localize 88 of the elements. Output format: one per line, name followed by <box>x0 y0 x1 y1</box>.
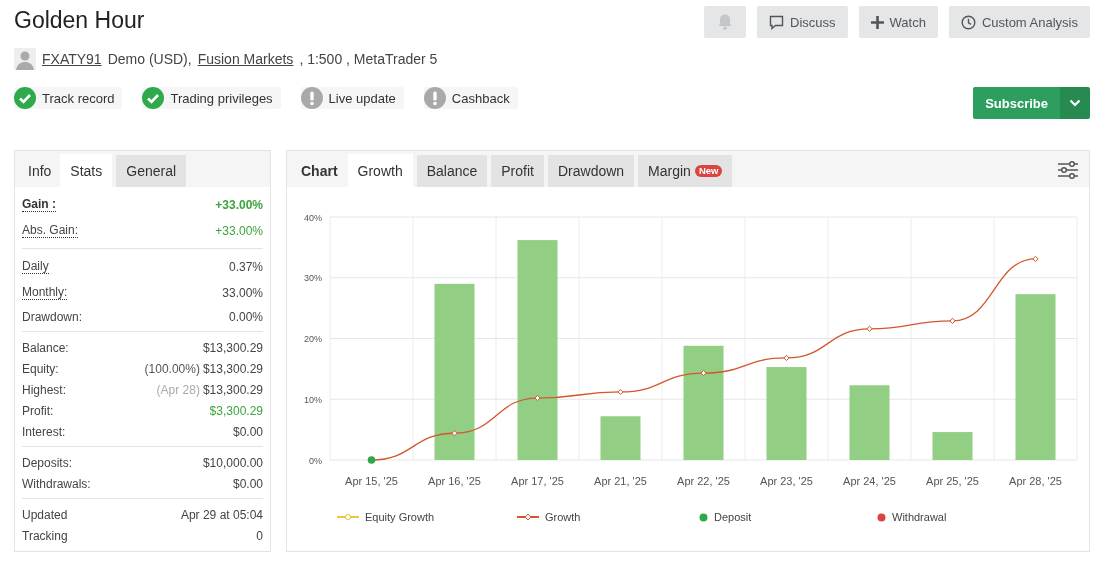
axis-label: Apr 21, '25 <box>594 475 647 487</box>
axis-label: 10% <box>304 394 322 405</box>
account-details: , 1:500 , MetaTrader 5 <box>299 51 438 67</box>
action-button[interactable]: Custom Analysis <box>948 6 1090 38</box>
stat-label: Daily <box>22 260 49 274</box>
axis-label: 20% <box>304 334 322 344</box>
page-title: Golden Hour <box>14 6 145 34</box>
settings-button[interactable] <box>1057 160 1079 180</box>
stat-value: +33.00% <box>215 224 263 238</box>
axis-label: Apr 28, '25 <box>1009 475 1062 487</box>
tab[interactable]: Profit <box>491 155 544 187</box>
action-button[interactable]: Watch <box>858 6 938 38</box>
point <box>534 394 541 402</box>
point <box>617 388 624 396</box>
tab[interactable]: General <box>116 155 187 187</box>
stat-label: Equity: <box>22 361 59 376</box>
point <box>1032 255 1039 263</box>
chevron-icon <box>1069 99 1081 107</box>
badge-label: Track record <box>42 90 115 106</box>
tab[interactable]: Balance <box>416 155 488 187</box>
axis-label: 0% <box>309 455 322 466</box>
point <box>451 430 458 437</box>
plus-icon <box>870 15 884 29</box>
stat-label: Withdrawals: <box>22 476 91 491</box>
stat-label: Gain : <box>22 198 56 212</box>
stat-label: Abs. Gain: <box>22 224 79 238</box>
tab[interactable]: Stats <box>60 154 113 187</box>
legend-label: Deposit <box>714 511 752 523</box>
axis-label: 40% <box>304 212 322 223</box>
badge-label: Cashback <box>451 90 510 106</box>
bar <box>600 416 641 460</box>
stat-label: Interest: <box>22 424 66 439</box>
stat-label: Balance: <box>22 340 69 355</box>
user-link[interactable]: FXATY91 <box>42 51 102 67</box>
stat-value: $13,300.29 <box>202 382 263 397</box>
point <box>866 325 873 332</box>
axis-label: Apr 23, '25 <box>760 475 813 487</box>
avatar-icon <box>14 48 36 70</box>
legend-label: Growth <box>545 511 581 523</box>
legend-label: Equity Growth <box>365 511 435 523</box>
legend-label: Withdrawal <box>892 511 947 523</box>
axis-label: Apr 24, '25 <box>843 475 896 487</box>
stat-value: Apr 29 at 05:04 <box>180 507 263 522</box>
point <box>949 317 956 324</box>
new-badge: New <box>694 165 723 177</box>
stat-note: (100.00%) <box>144 361 200 376</box>
stat-value: $3,300.29 <box>209 403 263 418</box>
stat-value: 0 <box>256 528 263 543</box>
panel-label: Chart <box>300 162 339 181</box>
axis-label: Apr 17, '25 <box>511 475 564 487</box>
stat-label: Monthly: <box>22 286 68 300</box>
stat-label: Updated <box>22 507 68 522</box>
tab[interactable]: Drawdown <box>547 155 635 187</box>
stat-note: (Apr 28) <box>156 382 200 397</box>
stat-value: $13,300.29 <box>202 340 263 355</box>
axis-label: Apr 15, '25 <box>345 475 398 487</box>
stat-label: Profit: <box>22 403 54 418</box>
stat-value: +33.00% <box>215 198 263 212</box>
speech-bubble-icon <box>769 14 785 30</box>
point <box>700 370 707 377</box>
badge-label: Live update <box>328 90 396 106</box>
stat-value: $10,000.00 <box>202 455 263 470</box>
deposit-point <box>367 456 376 464</box>
axis-label: Apr 16, '25 <box>428 475 481 487</box>
panel-label: Info <box>27 162 53 181</box>
axis-label: Apr 22, '25 <box>677 475 730 487</box>
account-type: Demo (USD), <box>107 51 192 67</box>
tab[interactable]: Growth <box>347 154 413 187</box>
badge-label: Trading privileges <box>170 90 273 106</box>
stat-label: Tracking <box>22 528 68 543</box>
bar <box>932 432 973 460</box>
stat-value: 0.00% <box>228 309 263 324</box>
tab[interactable]: Margin New <box>638 155 733 187</box>
point <box>783 354 790 362</box>
stat-value: 0.37% <box>228 260 263 274</box>
axis-label: 30% <box>304 273 322 284</box>
axis-label: Apr 25, '25 <box>926 475 979 487</box>
stat-label: Highest: <box>22 382 67 397</box>
broker-link[interactable]: Fusion Markets <box>197 51 294 67</box>
dropdown-button[interactable] <box>1060 87 1090 119</box>
action-button[interactable]: Discuss <box>757 6 848 38</box>
stat-value: $13,300.29 <box>202 361 263 376</box>
stat-label: Deposits: <box>22 455 73 470</box>
clock-icon <box>960 14 976 30</box>
stat-label: Drawdown: <box>22 309 83 324</box>
stat-value: $0.00 <box>232 424 263 439</box>
stat-value: 33.00% <box>222 286 263 300</box>
stat-value: $0.00 <box>232 476 263 491</box>
